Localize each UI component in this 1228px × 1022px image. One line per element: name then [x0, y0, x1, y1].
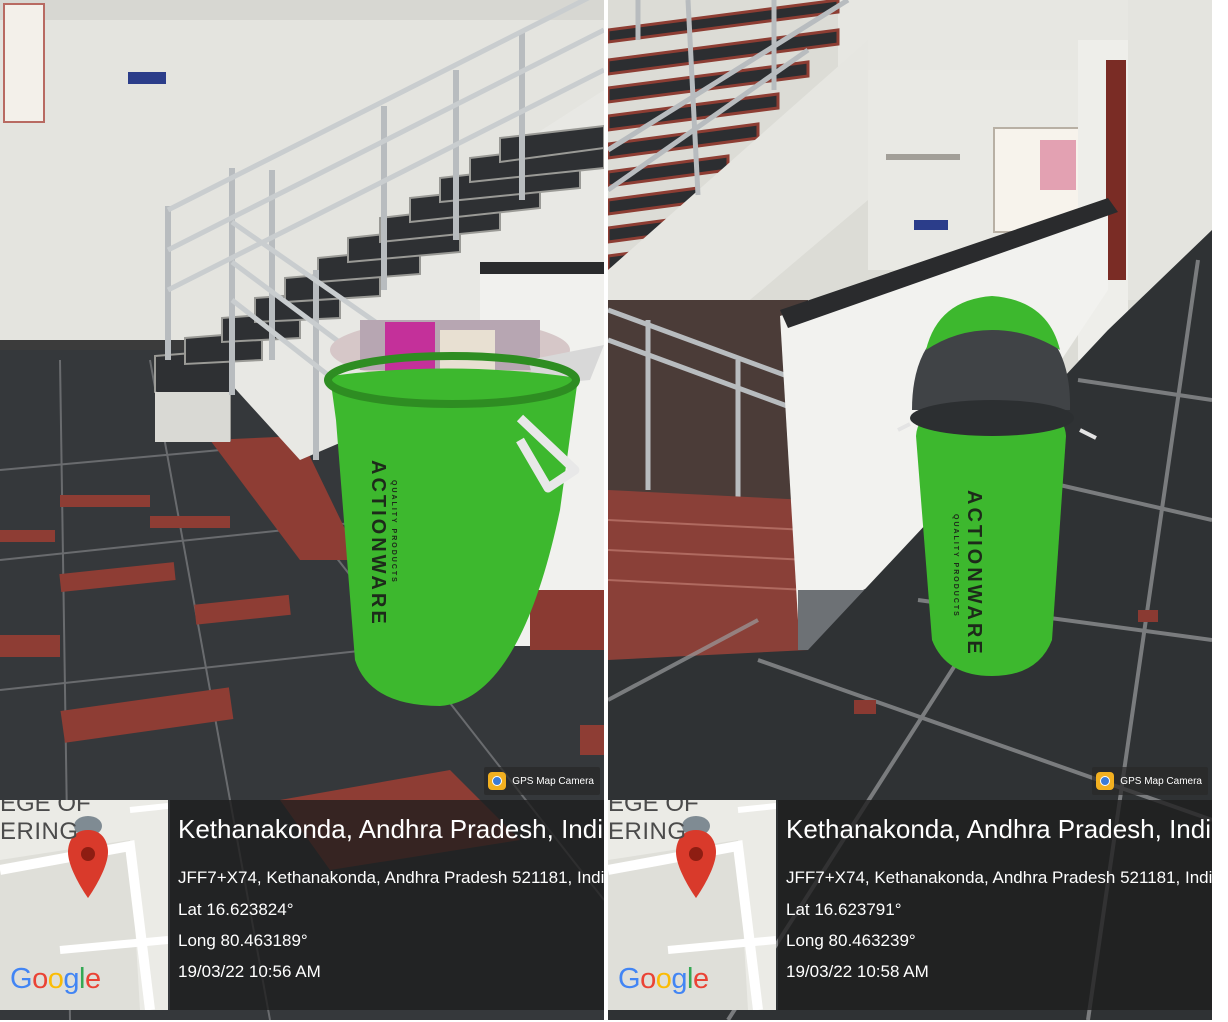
place-title: Kethanakonda, Andhra Pradesh, India — [786, 814, 1212, 844]
google-logo: Google — [10, 963, 101, 995]
photo-left: ACTIONWARE QUALITY PRODUCTS GPS Map Came… — [0, 0, 604, 1020]
gps-camera-badge-right: GPS Map Camera — [1092, 767, 1208, 795]
bin-brand-right: ACTIONWARE — [963, 490, 985, 657]
address-line: JFF7+X74, Kethanakonda, Andhra Pradesh 5… — [786, 868, 1212, 887]
bin-brand-left: ACTIONWARE — [367, 460, 389, 627]
timestamp: 19/03/22 10:58 AM — [786, 962, 929, 981]
location-info-panel-right: Kethanakonda, Andhra Pradesh, India JFF7… — [778, 800, 1212, 1010]
map-thumbnail-left: EGE OF ERING Google — [0, 800, 168, 1010]
timestamp: 19/03/22 10:56 AM — [178, 962, 321, 981]
place-title: Kethanakonda, Andhra Pradesh, India — [178, 814, 604, 844]
latitude: Lat 16.623824° — [178, 900, 294, 919]
address-line: JFF7+X74, Kethanakonda, Andhra Pradesh 5… — [178, 868, 604, 887]
bin-tagline-left: QUALITY PRODUCTS — [390, 480, 397, 584]
google-logo: Google — [618, 963, 709, 995]
gps-camera-badge-left: GPS Map Camera — [484, 767, 600, 795]
badge-label: GPS Map Camera — [1120, 775, 1202, 787]
latitude: Lat 16.623791° — [786, 900, 902, 919]
badge-label: GPS Map Camera — [512, 775, 594, 787]
gps-camera-app-icon — [1096, 772, 1115, 790]
location-info-panel-left: Kethanakonda, Andhra Pradesh, India JFF7… — [170, 800, 604, 1010]
map-thumbnail-right: EGE OF ERING Google — [608, 800, 776, 1010]
longitude: Long 80.463189° — [178, 931, 308, 950]
bin-tagline-right: QUALITY PRODUCTS — [952, 514, 959, 618]
map-label-partial-left: ERING — [0, 818, 79, 845]
photo-right: ACTIONWARE QUALITY PRODUCTS GPS Map Came… — [608, 0, 1212, 1020]
map-label-partial-top-right: EGE OF — [608, 800, 699, 817]
map-label-partial-right: ERING — [608, 818, 687, 845]
map-label-partial-top-left: EGE OF — [0, 800, 91, 817]
longitude: Long 80.463239° — [786, 931, 916, 950]
gps-camera-app-icon — [488, 772, 507, 790]
